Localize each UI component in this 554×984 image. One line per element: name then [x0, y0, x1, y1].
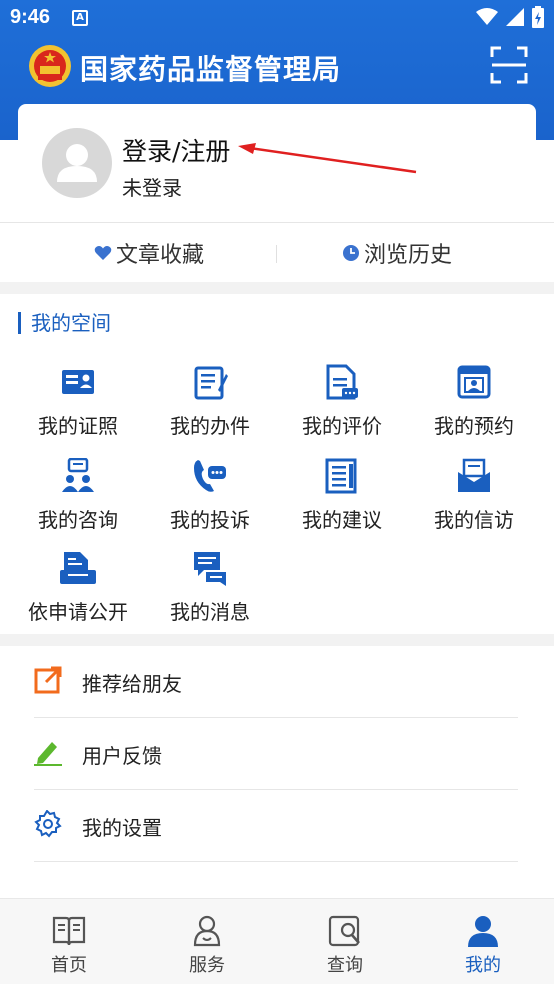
grid-item-complaints[interactable]: 我的投诉 [144, 458, 276, 548]
grid-label: 我的预约 [434, 414, 514, 438]
favorites-label: 文章收藏 [116, 243, 205, 268]
nav-label: 首页 [51, 955, 87, 976]
nav-label: 服务 [189, 955, 225, 976]
nav-search[interactable]: 查询 [276, 899, 414, 984]
grid-item-letters[interactable]: 我的信访 [408, 458, 540, 548]
battery-icon [532, 6, 544, 28]
heart-icon [94, 246, 112, 260]
grid-label: 我的消息 [170, 600, 250, 624]
clock-icon [343, 245, 359, 261]
suggestion-icon [325, 458, 357, 494]
grid-label: 依申请公开 [28, 600, 128, 624]
grid-label: 我的办件 [170, 414, 250, 438]
grid-label: 我的咨询 [38, 508, 118, 532]
message-icon [194, 552, 226, 586]
grid-label: 我的评价 [302, 414, 382, 438]
grid-item-appointments[interactable]: 我的预约 [408, 364, 540, 454]
grid-item-consult[interactable]: 我的咨询 [12, 458, 144, 548]
search-icon [328, 915, 360, 947]
grid-label: 我的建议 [302, 508, 382, 532]
grid-item-suggestions[interactable]: 我的建议 [276, 458, 408, 548]
my-space-section: 我的空间 我的证照 我的办件 我的评价 我的预约 我的咨询 我的投诉 我的建议 … [0, 294, 554, 634]
grid-label: 我的证照 [38, 414, 118, 438]
list-item-settings[interactable]: 我的设置 [34, 790, 518, 862]
history-link[interactable]: 浏览历史 [342, 237, 452, 269]
quick-links-divider [276, 245, 277, 263]
list-item-feedback[interactable]: 用户反馈 [34, 718, 518, 790]
wifi-icon [476, 8, 498, 25]
login-register-link[interactable]: 登录/注册 [122, 132, 230, 168]
grid-item-disclosure[interactable]: 依申请公开 [12, 550, 144, 640]
disclosure-icon [60, 552, 96, 584]
grid-item-cases[interactable]: 我的办件 [144, 364, 276, 454]
grid-item-messages[interactable]: 我的消息 [144, 550, 276, 640]
review-doc-icon [326, 364, 358, 400]
list-label: 推荐给朋友 [82, 672, 182, 696]
avatar[interactable] [42, 128, 112, 198]
license-card-icon [62, 370, 94, 394]
nav-mine[interactable]: 我的 [414, 899, 552, 984]
national-emblem-icon [29, 45, 71, 87]
grid-label: 我的信访 [434, 508, 514, 532]
appointment-icon [457, 365, 491, 399]
share-icon [34, 666, 62, 694]
list-item-share[interactable]: 推荐给朋友 [34, 646, 518, 718]
status-bar: 9:46 A [0, 0, 554, 36]
notification-icon: A [72, 10, 88, 26]
title-row: 国家药品监督管理局 [0, 40, 554, 96]
quick-links-row: 文章收藏 浏览历史 [0, 222, 554, 282]
nav-service[interactable]: 服务 [138, 899, 276, 984]
grid-item-reviews[interactable]: 我的评价 [276, 364, 408, 454]
list-label: 用户反馈 [82, 744, 162, 768]
scan-icon[interactable] [490, 46, 528, 84]
book-icon [52, 916, 86, 946]
complaint-phone-icon [194, 460, 226, 492]
list-label: 我的设置 [82, 816, 162, 840]
my-space-title: 我的空间 [18, 312, 111, 334]
status-icons [476, 6, 544, 28]
bottom-nav: 首页 服务 查询 我的 [0, 898, 554, 984]
default-avatar-icon [57, 144, 97, 182]
app-title: 国家药品监督管理局 [80, 53, 342, 86]
nav-label: 我的 [465, 955, 501, 976]
history-label: 浏览历史 [364, 243, 453, 268]
gear-icon [34, 810, 62, 838]
pencil-icon [34, 742, 62, 766]
grid-item-license[interactable]: 我的证照 [12, 364, 144, 454]
status-time: 9:46 [10, 6, 51, 28]
document-pen-icon [194, 366, 228, 400]
user-icon [468, 916, 498, 947]
grid-label: 我的投诉 [170, 508, 250, 532]
favorites-link[interactable]: 文章收藏 [94, 237, 204, 269]
login-status: 未登录 [122, 176, 182, 200]
nav-label: 查询 [327, 955, 363, 976]
settings-list: 推荐给朋友 用户反馈 我的设置 [0, 646, 554, 898]
consult-icon [62, 458, 94, 492]
annotation-arrow [238, 143, 417, 174]
service-icon [193, 915, 221, 947]
letter-icon [458, 458, 490, 492]
nav-home[interactable]: 首页 [0, 899, 138, 984]
signal-icon [506, 8, 524, 26]
